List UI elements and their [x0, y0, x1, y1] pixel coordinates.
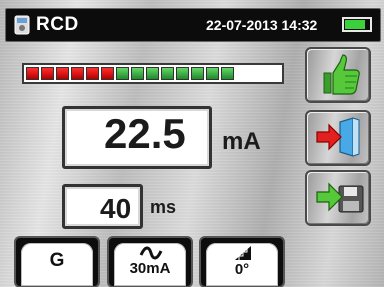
phase-button-label: 0° — [234, 261, 250, 278]
level-segment-green — [176, 67, 189, 80]
ac-wave-icon — [139, 246, 163, 260]
level-segment-green — [131, 67, 144, 80]
level-segment-red — [56, 67, 69, 80]
main-value: 22.5 — [104, 110, 186, 157]
secondary-unit: ms — [150, 197, 177, 217]
phase-button[interactable]: 0° — [199, 236, 285, 287]
page-title: RCD — [36, 14, 79, 35]
mode-button[interactable]: G — [14, 236, 100, 287]
level-segment-red — [71, 67, 84, 80]
level-bar — [22, 63, 284, 84]
exit-door-icon — [316, 117, 360, 157]
instrument-icon — [14, 15, 30, 35]
level-segment-green — [146, 67, 159, 80]
exit-button[interactable] — [305, 110, 371, 166]
battery-tip — [336, 8, 366, 23]
level-segment-green — [161, 67, 174, 80]
ok-button[interactable] — [305, 47, 371, 103]
level-segment-green — [221, 67, 234, 80]
save-button[interactable] — [305, 170, 371, 226]
title-bar: RCD 22-07-2013 14:32 — [5, 8, 381, 42]
save-floppy-icon — [316, 182, 364, 213]
current-button[interactable]: 30mA — [107, 236, 193, 287]
datetime: 22-07-2013 14:32 — [206, 17, 318, 33]
mode-button-label: G — [49, 250, 65, 271]
main-unit: mA — [222, 128, 261, 155]
level-segment-red — [41, 67, 54, 80]
thumbs-up-icon — [323, 54, 360, 95]
level-segment-red — [86, 67, 99, 80]
level-segment-green — [116, 67, 129, 80]
phase-angle-icon — [235, 246, 251, 260]
current-button-label: 30mA — [129, 260, 171, 277]
level-segment-green — [206, 67, 219, 80]
level-segment-red — [101, 67, 114, 80]
screen: RCD 22-07-2013 14:32 22.5 mA 40 ms G 30m… — [0, 0, 384, 287]
level-segment-green — [191, 67, 204, 80]
secondary-value: 40 — [100, 193, 132, 224]
level-segment-red — [26, 67, 39, 80]
